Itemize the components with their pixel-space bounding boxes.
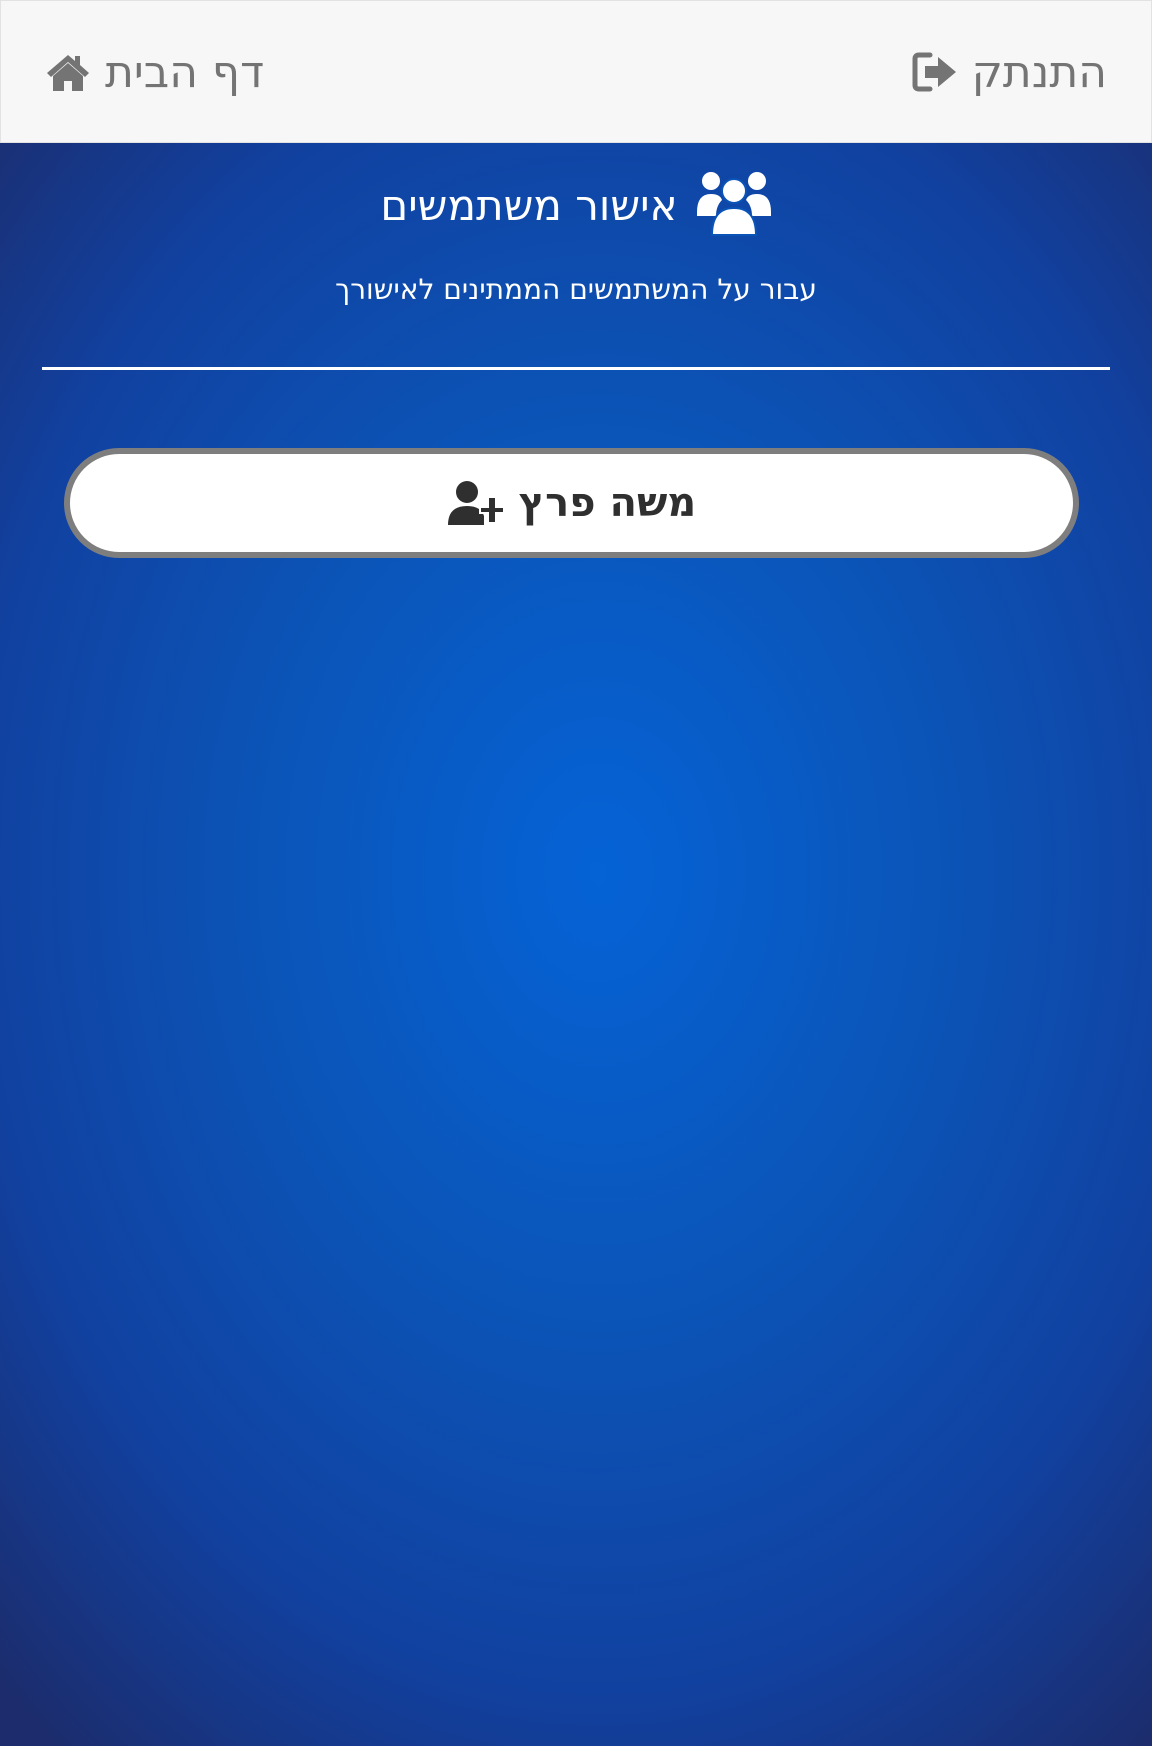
- home-icon: [45, 51, 91, 93]
- logout-label: התנתק: [971, 46, 1107, 98]
- page-subtitle: עבור על המשתמשים הממתינים לאישורך: [335, 273, 817, 306]
- pending-user-name: משה פרץ: [518, 480, 697, 526]
- user-plus-icon: [447, 480, 505, 526]
- users-icon: [696, 168, 772, 242]
- home-label: דף הבית: [105, 46, 265, 98]
- pending-user-button[interactable]: משה פרץ: [64, 448, 1079, 558]
- logout-link[interactable]: התנתק: [912, 44, 1107, 100]
- top-navbar: התנתק דף הבית: [0, 0, 1152, 143]
- page-header: אישור משתמשים עבור על המשתמשים הממתינים …: [0, 165, 1152, 306]
- page-title: אישור משתמשים: [380, 180, 678, 230]
- sign-out-icon: [912, 52, 958, 92]
- home-link[interactable]: דף הבית: [45, 44, 264, 100]
- divider: [42, 367, 1110, 370]
